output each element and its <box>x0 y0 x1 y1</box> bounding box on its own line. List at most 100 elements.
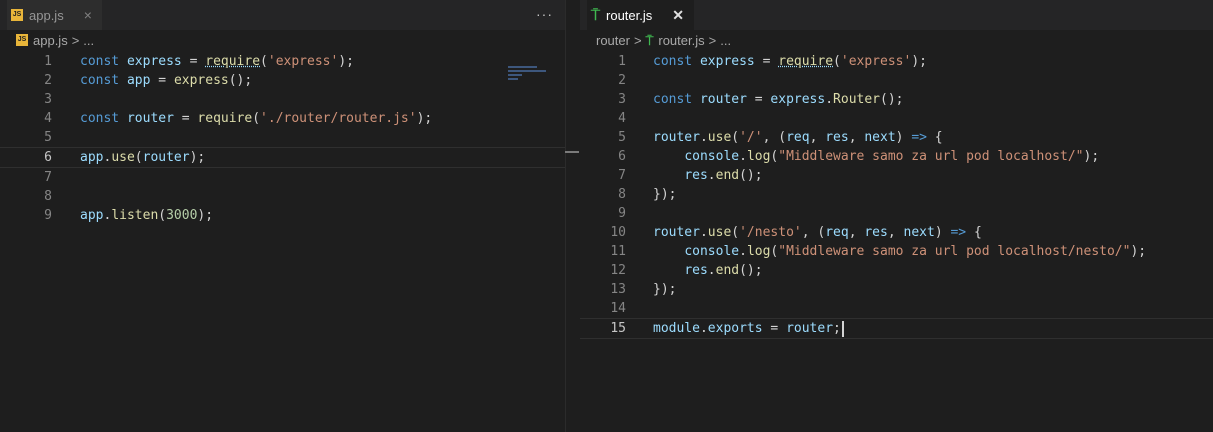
code-token: '/nesto' <box>739 225 802 240</box>
code-token: , <box>848 130 865 145</box>
line-number: 8 <box>618 187 626 202</box>
code-token: "Middleware samo za url pod localhost/" <box>778 149 1084 164</box>
line-number: 9 <box>44 208 52 223</box>
code-token: listen <box>111 208 159 223</box>
code-token: router <box>126 111 174 126</box>
chevron-right-icon: > <box>633 32 642 48</box>
code-token: res <box>684 263 708 278</box>
code-token: use <box>707 130 732 145</box>
breadcrumb-file[interactable]: router.js <box>658 33 704 48</box>
code-line[interactable]: 8 <box>0 187 565 206</box>
code-token: ); <box>1083 149 1100 164</box>
left-editor-group: JS app.js × ··· JS app.js > ... 1 const e… <box>0 0 565 432</box>
js-file-icon: JS <box>11 9 23 21</box>
line-number: 11 <box>610 244 626 259</box>
code-token: => <box>950 225 967 240</box>
line-number: 6 <box>44 150 52 165</box>
line-number: 4 <box>618 111 626 126</box>
code-line[interactable]: 9 <box>580 204 1213 223</box>
code-line[interactable]: 5 router.use('/', (req, res, next) => { <box>580 128 1213 147</box>
code-token: const <box>653 54 700 69</box>
code-line[interactable]: 11 console.log("Middleware samo za url p… <box>580 242 1213 261</box>
router-file-icon: ⍑ <box>591 6 601 24</box>
breadcrumb-folder[interactable]: router <box>596 33 630 48</box>
code-editor[interactable]: 1 const express = require('express'); 2 con… <box>0 52 565 225</box>
code-line[interactable]: 2 <box>580 71 1213 90</box>
chevron-right-icon: > <box>708 32 717 48</box>
code-token: 3000 <box>166 208 198 223</box>
tab-app-js[interactable]: JS app.js × <box>7 0 102 30</box>
right-editor-group: ⍑ router.js ✕ router > ⍑ router.js > ...… <box>580 0 1213 432</box>
code-token: const <box>80 54 127 69</box>
code-line[interactable]: 7 <box>0 168 565 187</box>
code-token: ); <box>338 54 354 69</box>
code-line[interactable]: 6 app.use(router); <box>0 147 565 168</box>
code-line[interactable]: 15 module.exports = router; <box>580 318 1213 339</box>
code-token: ( <box>260 54 268 69</box>
minimap[interactable] <box>508 66 556 96</box>
code-token: (); <box>880 92 904 107</box>
code-text: }); <box>653 185 676 204</box>
code-token: end <box>715 168 740 183</box>
code-token: require <box>778 54 834 69</box>
code-line[interactable]: 8}); <box>580 185 1213 204</box>
code-line[interactable]: 10 router.use('/nesto', (req, res, next) … <box>580 223 1213 242</box>
line-number: 2 <box>618 73 626 88</box>
breadcrumb-file[interactable]: app.js <box>33 33 68 48</box>
code-line[interactable]: 3 const router = express.Router(); <box>580 90 1213 109</box>
breadcrumb: JS app.js > ... <box>0 30 565 50</box>
tab-router-js[interactable]: ⍑ router.js ✕ <box>587 0 694 30</box>
code-token: , <box>809 130 826 145</box>
code-token: ( <box>731 130 740 145</box>
scrollbar-marker <box>565 151 579 153</box>
code-line[interactable]: 4 const router = require('./router/router… <box>0 109 565 128</box>
more-actions-icon[interactable]: ··· <box>536 6 553 22</box>
code-token: = <box>150 73 174 88</box>
code-line[interactable]: 2 const app = express(); <box>0 71 565 90</box>
close-icon[interactable]: × <box>84 7 92 23</box>
code-token: const <box>80 111 127 126</box>
code-text: console.log("Middleware samo za url pod … <box>653 147 1099 166</box>
breadcrumb-symbol[interactable]: ... <box>83 33 94 48</box>
code-token: console <box>684 244 740 259</box>
code-token: . <box>707 168 716 183</box>
code-text: const router = require('./router/router.… <box>80 109 432 128</box>
line-number: 8 <box>44 189 52 204</box>
code-token: './router/router.js' <box>260 111 417 126</box>
code-token: module <box>653 321 700 336</box>
line-number: 12 <box>610 263 626 278</box>
code-token: express <box>699 54 755 69</box>
code-line[interactable]: 13}); <box>580 280 1213 299</box>
code-line[interactable]: 4 <box>580 109 1213 128</box>
editor-splitter[interactable] <box>565 0 581 432</box>
code-text: app.use(router); <box>80 148 205 167</box>
code-token: , <box>848 225 865 240</box>
code-line[interactable]: 1 const express = require('express'); <box>0 52 565 71</box>
line-number: 1 <box>618 54 626 69</box>
code-line[interactable]: 5 <box>0 128 565 147</box>
code-token: log <box>746 149 771 164</box>
line-number: 4 <box>44 111 52 126</box>
code-token: ); <box>416 111 433 126</box>
code-text: router.use('/nesto', (req, res, next) =>… <box>653 223 982 242</box>
code-token: express <box>770 92 826 107</box>
code-token: use <box>111 150 135 165</box>
code-line[interactable]: 3 <box>0 90 565 109</box>
code-line[interactable]: 6 console.log("Middleware samo za url po… <box>580 147 1213 166</box>
line-number: 9 <box>618 206 626 221</box>
code-editor[interactable]: 1 const express = require('express'); 2 3 co… <box>580 52 1213 339</box>
code-token: { <box>966 225 982 240</box>
breadcrumb-symbol[interactable]: ... <box>720 33 731 48</box>
close-icon[interactable]: ✕ <box>672 7 684 24</box>
code-line[interactable]: 7 res.end(); <box>580 166 1213 185</box>
code-token: . <box>825 92 834 107</box>
code-line[interactable]: 14 <box>580 299 1213 318</box>
code-token: (); <box>739 168 763 183</box>
code-line[interactable]: 1 const express = require('express'); <box>580 52 1213 71</box>
tab-label: app.js <box>29 7 64 23</box>
line-number: 5 <box>618 130 626 145</box>
code-line[interactable]: 12 res.end(); <box>580 261 1213 280</box>
code-line[interactable]: 9 app.listen(3000); <box>0 206 565 225</box>
